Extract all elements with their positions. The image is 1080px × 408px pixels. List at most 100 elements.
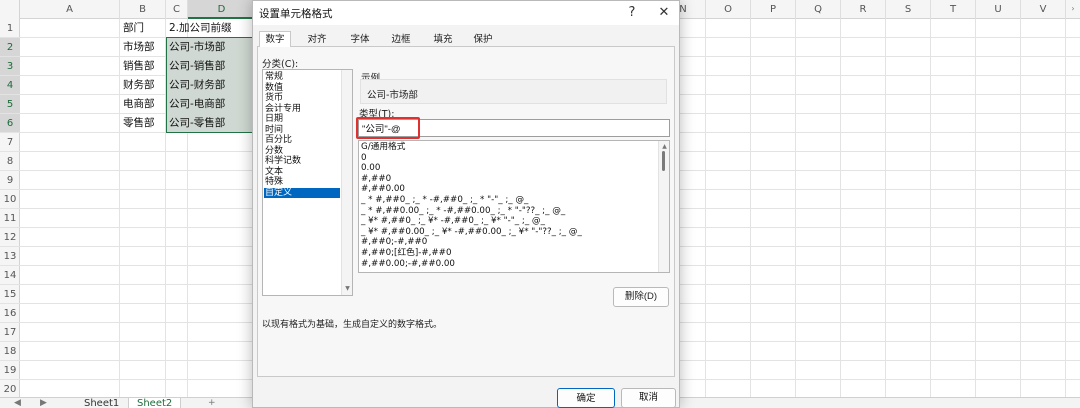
format-code-item[interactable]: _ * #,##0.00_ ;_ * -#,##0.00_ ;_ * "-"??…: [361, 206, 565, 217]
chevron-down-icon[interactable]: ▼: [342, 284, 353, 294]
category-item[interactable]: 百分比: [264, 135, 340, 146]
row-headers: 1 2 3 4 5 6 7 8 9 10 11 12 13 14 15 16 17 18 19 20: [0, 19, 20, 408]
dialog-title: 设置单元格格式: [259, 8, 333, 20]
category-label: 分类(C):: [262, 59, 299, 70]
format-code-item[interactable]: _ ¥* #,##0_ ;_ ¥* -#,##0_ ;_ ¥* "-"_ ;_ …: [361, 216, 545, 227]
column-header-c[interactable]: C: [166, 0, 188, 19]
category-item[interactable]: 特殊: [264, 177, 340, 188]
category-item[interactable]: 自定义: [264, 187, 340, 198]
sample-box: 公司-市场部: [360, 79, 667, 104]
row-header-5[interactable]: 5: [0, 95, 20, 114]
cell-b2[interactable]: 市场部: [120, 38, 165, 57]
close-icon[interactable]: ✕: [654, 4, 674, 22]
row-header-17[interactable]: 17: [0, 323, 20, 342]
category-item[interactable]: 会计专用: [264, 104, 340, 115]
column-header-a[interactable]: A: [20, 0, 120, 19]
category-item[interactable]: 分数: [264, 146, 340, 157]
cell-d1[interactable]: 2.加公司前缀: [166, 19, 255, 38]
format-cells-dialog: 设置单元格格式 ? ✕ 数字 对齐 字体 边框 填充 保护 分类(C): ▼ 常…: [252, 0, 680, 408]
column-header-s[interactable]: S: [886, 0, 931, 19]
column-header-p[interactable]: P: [751, 0, 796, 19]
row-header-16[interactable]: 16: [0, 304, 20, 323]
grid-line: [930, 19, 931, 408]
format-code-item[interactable]: G/通用格式: [361, 142, 405, 153]
row-header-10[interactable]: 10: [0, 190, 20, 209]
category-item[interactable]: 日期: [264, 114, 340, 125]
row-header-19[interactable]: 19: [0, 361, 20, 380]
cell-b6[interactable]: 零售部: [120, 114, 165, 133]
grid-line: [1020, 19, 1021, 408]
column-header-r[interactable]: R: [841, 0, 886, 19]
row-header-3[interactable]: 3: [0, 57, 20, 76]
category-scrollbar[interactable]: ▼: [341, 70, 352, 295]
format-code-item[interactable]: #,##0.00;-#,##0.00: [361, 259, 455, 270]
format-code-item[interactable]: #,##0;[红色]-#,##0: [361, 248, 451, 259]
row-header-7[interactable]: 7: [0, 133, 20, 152]
grid-line: [1065, 19, 1066, 408]
column-header-d[interactable]: D: [188, 0, 256, 19]
cell-b3[interactable]: 销售部: [120, 57, 165, 76]
tab-font[interactable]: 字体: [344, 31, 376, 47]
tab-number[interactable]: 数字: [259, 31, 291, 48]
format-code-item[interactable]: _ * #,##0_ ;_ * -#,##0_ ;_ * "-"_ ;_ @_: [361, 195, 528, 206]
row-header-9[interactable]: 9: [0, 171, 20, 190]
cell-b1[interactable]: 部门: [120, 19, 165, 38]
row-header-11[interactable]: 11: [0, 209, 20, 228]
tab-fill[interactable]: 填充: [427, 31, 459, 47]
row-header-6[interactable]: 6: [0, 114, 20, 133]
type-input[interactable]: [358, 119, 670, 137]
sheet-tab-sheet1[interactable]: Sheet1: [76, 398, 127, 408]
help-icon[interactable]: ?: [622, 4, 642, 22]
column-header-t[interactable]: T: [931, 0, 976, 19]
row-header-8[interactable]: 8: [0, 152, 20, 171]
add-sheet-icon[interactable]: +: [208, 398, 216, 408]
row-header-18[interactable]: 18: [0, 342, 20, 361]
cancel-button[interactable]: 取消: [621, 388, 676, 408]
dialog-titlebar[interactable]: 设置单元格格式 ? ✕: [253, 1, 679, 25]
column-header-b[interactable]: B: [120, 0, 166, 19]
ok-button[interactable]: 确定: [557, 388, 615, 408]
tab-next-icon[interactable]: ▶: [40, 398, 47, 408]
tab-prev-icon[interactable]: ◀: [14, 398, 21, 408]
row-header-1[interactable]: 1: [0, 19, 20, 38]
grid-line: [885, 19, 886, 408]
delete-button[interactable]: 删除(D): [613, 287, 669, 307]
scroll-thumb[interactable]: [662, 151, 665, 171]
tab-protection[interactable]: 保护: [467, 31, 499, 47]
category-item[interactable]: 数值: [264, 83, 340, 94]
format-code-item[interactable]: 0.00: [361, 163, 380, 174]
format-code-item[interactable]: _ ¥* #,##0.00_ ;_ ¥* -#,##0.00_ ;_ ¥* "-…: [361, 227, 582, 238]
format-list-scrollbar[interactable]: ▲: [658, 141, 669, 272]
row-header-15[interactable]: 15: [0, 285, 20, 304]
row-header-12[interactable]: 12: [0, 228, 20, 247]
select-all-corner[interactable]: [0, 0, 20, 19]
column-header-u[interactable]: U: [976, 0, 1021, 19]
cell-b5[interactable]: 电商部: [120, 95, 165, 114]
grid-line: [840, 19, 841, 408]
sheet-tab-sheet2[interactable]: Sheet2: [128, 398, 182, 408]
column-header-o[interactable]: O: [706, 0, 751, 19]
format-code-item[interactable]: #,##0: [361, 174, 391, 185]
category-item[interactable]: 时间: [264, 125, 340, 136]
row-header-13[interactable]: 13: [0, 247, 20, 266]
category-item[interactable]: 科学记数: [264, 156, 340, 167]
column-header-v[interactable]: V: [1021, 0, 1066, 19]
column-header-q[interactable]: Q: [796, 0, 841, 19]
scroll-right-icon[interactable]: ›: [1068, 4, 1078, 18]
dialog-tabs: 数字 对齐 字体 边框 填充 保护: [257, 31, 675, 48]
selection-outline: [166, 37, 256, 133]
cell-b4[interactable]: 财务部: [120, 76, 165, 95]
category-item[interactable]: 文本: [264, 167, 340, 178]
category-list[interactable]: ▼ 常规 数值 货币 会计专用 日期 时间 百分比 分数 科学记数 文本 特殊 自定义: [262, 69, 353, 296]
row-header-14[interactable]: 14: [0, 266, 20, 285]
category-item[interactable]: 常规: [264, 72, 340, 83]
format-code-item[interactable]: #,##0;-#,##0: [361, 237, 427, 248]
row-header-4[interactable]: 4: [0, 76, 20, 95]
format-code-item[interactable]: #,##0.00: [361, 184, 405, 195]
tab-alignment[interactable]: 对齐: [301, 31, 333, 47]
tab-border[interactable]: 边框: [385, 31, 417, 47]
row-header-2[interactable]: 2: [0, 38, 20, 57]
category-item[interactable]: 货币: [264, 93, 340, 104]
format-code-item[interactable]: 0: [361, 153, 367, 164]
format-code-list[interactable]: ▲ G/通用格式 0 0.00 #,##0 #,##0.00 _ * #,##0_ ;_ …: [358, 140, 670, 273]
